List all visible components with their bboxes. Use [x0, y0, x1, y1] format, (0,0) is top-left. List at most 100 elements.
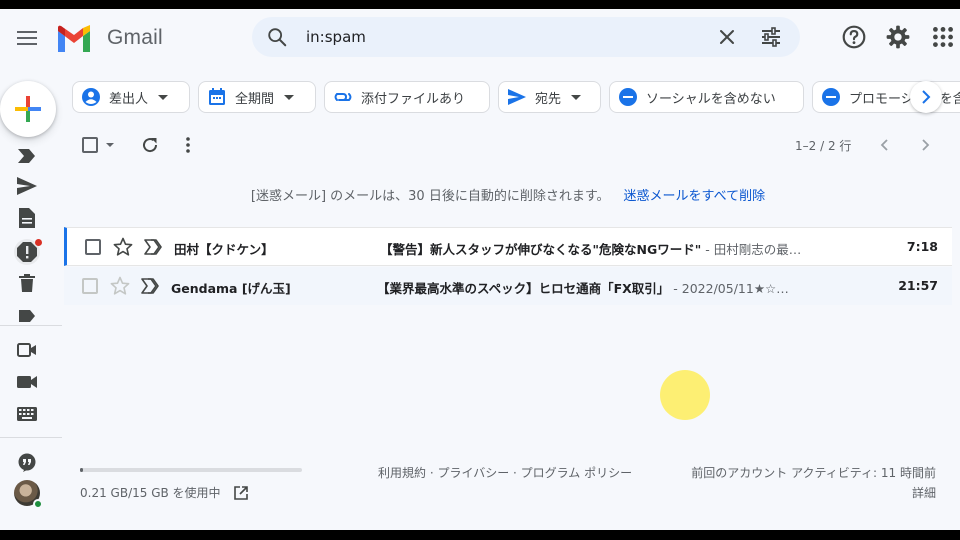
caret-down-icon: [106, 143, 114, 147]
delete-all-spam-link[interactable]: 迷惑メールをすべて削除: [624, 189, 766, 204]
dropdown-arrow-icon: [158, 95, 169, 100]
draft-file-icon: [19, 208, 35, 228]
newer-page-button[interactable]: [879, 134, 889, 156]
rail-divider: [0, 437, 62, 438]
clear-search-icon[interactable]: [715, 25, 739, 49]
email-subject: 【警告】新人スタッフが伸びなくなる"危険なNGワード": [380, 242, 702, 257]
filter-attachment-chip[interactable]: 添付ファイルあり: [324, 81, 490, 113]
online-status-dot: [33, 499, 43, 509]
rail-item-keyboard[interactable]: [16, 403, 38, 425]
rail-item-important[interactable]: [16, 145, 38, 167]
important-marker-icon[interactable]: [141, 277, 161, 295]
filter-label: 添付ファイルあり: [361, 91, 466, 107]
cursor-highlight: [660, 370, 710, 420]
select-all-checkbox[interactable]: [82, 137, 98, 153]
settings-gear-icon[interactable]: [885, 24, 911, 50]
important-label-icon: [18, 149, 35, 163]
spam-info-text: [迷惑メール] のメールは、30 日後に自動的に削除されます。: [250, 189, 610, 204]
chevron-right-icon: [922, 90, 931, 104]
storage-usage-fill: [80, 468, 84, 472]
storage-usage-label: 0.21 GB/15 GB を使用中: [80, 486, 221, 500]
email-subject-line: 【業界最高水準のスペック】ヒロセ通商「FX取引」 - 2022/05/11★☆…: [377, 278, 847, 297]
storage-usage-text: 0.21 GB/15 GB を使用中: [80, 484, 249, 501]
account-avatar[interactable]: [14, 480, 43, 509]
storage-usage-bar: [80, 468, 302, 472]
email-time: 21:57: [898, 278, 938, 293]
refresh-button[interactable]: [141, 134, 159, 156]
email-time: 7:18: [906, 239, 938, 254]
filter-exclude-social-chip[interactable]: ソーシャルを含めない: [609, 81, 804, 113]
hamburger-icon: [17, 31, 37, 45]
video-outline-icon: [17, 343, 36, 357]
rail-item-drafts[interactable]: [16, 207, 38, 229]
rail-item-trash[interactable]: [16, 272, 38, 294]
filter-label: 差出人: [109, 91, 149, 107]
filter-label: プロモーションを含めない: [849, 91, 960, 107]
plus-icon: [15, 96, 41, 122]
activity-details-link[interactable]: 詳細: [912, 484, 936, 501]
search-input[interactable]: [306, 23, 686, 51]
rail-item-chat[interactable]: [16, 452, 38, 474]
email-row[interactable]: Gendama [げん玉] 【業界最高水準のスペック】ヒロセ通商「FX取引」 -…: [64, 267, 952, 305]
star-outline-icon[interactable]: [113, 237, 133, 257]
email-subject-line: 【警告】新人スタッフが伸びなくなる"危険なNGワード" - 田村剛志の最…: [380, 239, 850, 258]
minus-circle-icon: [619, 88, 637, 106]
trash-icon: [19, 274, 35, 292]
account-circle-icon: [82, 88, 100, 106]
apps-grid-icon[interactable]: [930, 24, 956, 50]
chevron-left-icon: [880, 139, 888, 151]
rail-item-spam[interactable]: [14, 239, 42, 265]
send-icon: [17, 177, 37, 195]
more-vertical-icon: [186, 137, 190, 153]
open-external-icon[interactable]: [234, 486, 249, 500]
main-menu-button[interactable]: [14, 25, 40, 51]
email-subject: 【業界最高水準のスペック】ヒロセ通商「FX取引」: [377, 281, 670, 296]
email-sender: 田村【クドケン】: [174, 242, 274, 257]
dropdown-arrow-icon: [571, 95, 582, 100]
send-arrow-icon: [508, 89, 526, 105]
rail-divider: [0, 325, 62, 326]
chevron-right-icon: [922, 139, 930, 151]
dropdown-arrow-icon: [284, 95, 295, 100]
search-options-icon[interactable]: [759, 25, 783, 49]
gmail-logo[interactable]: Gmail: [56, 23, 163, 53]
rail-item-sent[interactable]: [16, 175, 38, 197]
rail-item-meet-join[interactable]: [16, 371, 38, 393]
rail-item-meet-new[interactable]: [16, 339, 38, 361]
filter-to-chip[interactable]: 宛先: [498, 81, 601, 113]
email-select-checkbox[interactable]: [85, 239, 101, 255]
footer-policy-links[interactable]: 利用規約 · プライバシー · プログラム ポリシー: [378, 464, 632, 481]
top-bar: Gmail: [0, 9, 960, 67]
calendar-icon: [209, 88, 225, 105]
gmail-m-icon: [58, 24, 90, 52]
search-bar: [252, 17, 800, 57]
email-sender: Gendama [げん玉]: [171, 281, 291, 296]
star-outline-icon[interactable]: [110, 276, 130, 296]
app-name: Gmail: [107, 26, 163, 49]
email-select-checkbox[interactable]: [82, 278, 98, 294]
filter-date-chip[interactable]: 全期間: [198, 81, 316, 113]
older-page-button[interactable]: [921, 134, 931, 156]
spam-icon: [17, 242, 37, 262]
video-camera-icon: [17, 376, 37, 388]
compose-button[interactable]: [0, 81, 56, 137]
filter-label: 全期間: [235, 91, 275, 107]
chat-quote-icon: [18, 453, 36, 472]
more-actions-button[interactable]: [185, 134, 191, 156]
search-icon[interactable]: [266, 26, 288, 48]
filter-label: 宛先: [535, 91, 562, 107]
important-marker-icon[interactable]: [144, 238, 164, 256]
filters-scroll-right-button[interactable]: [910, 81, 942, 113]
minus-circle-icon: [822, 88, 840, 106]
spam-unread-dot: [35, 239, 42, 246]
email-row[interactable]: 田村【クドケン】 【警告】新人スタッフが伸びなくなる"危険なNGワード" - 田…: [64, 227, 952, 266]
help-icon[interactable]: [841, 24, 867, 50]
email-snippet: - 2022/05/11★☆…: [669, 281, 789, 296]
refresh-icon: [143, 138, 158, 153]
filter-label: ソーシャルを含めない: [646, 91, 776, 107]
gmail-window: Gmail in:spam 差出人 全期間 添付ファイルあり 宛先 ソーシャルを…: [0, 9, 960, 530]
select-all-dropdown[interactable]: [82, 134, 114, 156]
email-snippet: - 田村剛志の最…: [701, 242, 802, 257]
filter-from-chip[interactable]: 差出人: [72, 81, 190, 113]
rail-item-labels[interactable]: [16, 305, 38, 327]
